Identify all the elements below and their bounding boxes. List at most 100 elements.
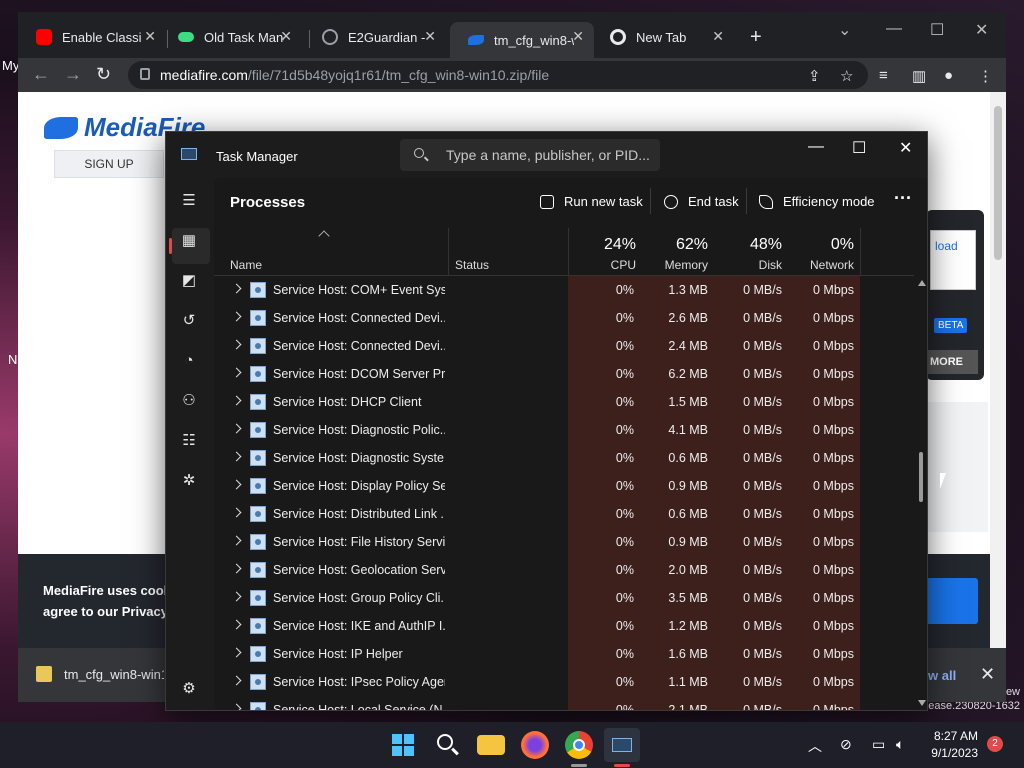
chevron-right-icon[interactable] bbox=[231, 535, 242, 546]
table-row[interactable]: Service Host: Local Service (N... 0% 2.1 M… bbox=[214, 696, 914, 710]
close-icon[interactable]: ✕ bbox=[280, 28, 292, 45]
table-row[interactable]: Service Host: Diagnostic Polic... 0% 4.1 M… bbox=[214, 416, 914, 444]
services-icon[interactable]: ✲ bbox=[180, 472, 198, 490]
table-row[interactable]: Service Host: Geolocation Serv... 0% 2.0 M… bbox=[214, 556, 914, 584]
reload-icon[interactable]: ↻ bbox=[96, 64, 111, 85]
tab-e2guardian[interactable]: E2Guardian - A ✕ bbox=[304, 22, 446, 52]
chevron-right-icon[interactable] bbox=[231, 507, 242, 518]
reading-list-icon[interactable]: ≡ bbox=[879, 67, 888, 84]
minimize-button[interactable]: — bbox=[886, 20, 902, 38]
profile-icon[interactable]: ● bbox=[944, 67, 953, 84]
file-explorer-icon[interactable] bbox=[477, 735, 505, 755]
more-options-icon[interactable]: ··· bbox=[894, 188, 912, 209]
memory-total[interactable]: 62% bbox=[644, 236, 708, 254]
chevron-right-icon[interactable] bbox=[231, 423, 242, 434]
chevron-right-icon[interactable] bbox=[231, 591, 242, 602]
back-arrow-icon[interactable]: ← bbox=[32, 64, 50, 85]
share-icon[interactable]: ⇪ bbox=[808, 67, 821, 85]
start-windows-icon[interactable] bbox=[389, 731, 417, 759]
scroll-up-icon[interactable] bbox=[918, 280, 926, 286]
tab-search-icon[interactable]: ⌄ bbox=[838, 20, 851, 40]
tab-enable-classic[interactable]: Enable Classic ✕ bbox=[18, 22, 166, 52]
chevron-right-icon[interactable] bbox=[231, 283, 242, 294]
show-hidden-icons-chevron-icon[interactable]: ︿ bbox=[808, 736, 822, 756]
performance-icon[interactable]: ◩ bbox=[180, 272, 198, 290]
clock[interactable]: 8:27 AM 9/1/2023 bbox=[928, 728, 978, 762]
bookmark-star-icon[interactable]: ☆ bbox=[840, 67, 853, 85]
side-panel-icon[interactable]: ▥ bbox=[912, 67, 926, 85]
app-history-icon[interactable]: ↺ bbox=[180, 312, 198, 330]
run-new-task-button[interactable]: Run new task bbox=[540, 194, 643, 209]
chevron-right-icon[interactable] bbox=[231, 367, 242, 378]
minimize-button[interactable]: — bbox=[808, 138, 824, 156]
close-icon[interactable]: ✕ bbox=[144, 28, 156, 45]
display-icon[interactable]: ▭ bbox=[872, 736, 885, 753]
page-scrollbar[interactable] bbox=[990, 92, 1006, 648]
chevron-right-icon[interactable] bbox=[231, 479, 242, 490]
chevron-right-icon[interactable] bbox=[231, 395, 242, 406]
chevron-right-icon[interactable] bbox=[231, 311, 242, 322]
table-row[interactable]: Service Host: Diagnostic Syste... 0% 0.6 M… bbox=[214, 444, 914, 472]
table-row[interactable]: Service Host: Display Policy Se... 0% 0.9 … bbox=[214, 472, 914, 500]
address-bar[interactable]: mediafire.com/file/71d5b48yojq1r61/tm_cf… bbox=[128, 61, 868, 89]
menu-dots-icon[interactable]: ⋮ bbox=[978, 67, 993, 85]
network-total[interactable]: 0% bbox=[794, 236, 854, 254]
column-network[interactable]: Network bbox=[794, 258, 854, 272]
table-row[interactable]: Service Host: IPsec Policy Agent 0% 1.1 MB… bbox=[214, 668, 914, 696]
table-row[interactable]: Service Host: Distributed Link ... 0% 0.6 … bbox=[214, 500, 914, 528]
table-row[interactable]: Service Host: File History Servi... 0% 0.9… bbox=[214, 528, 914, 556]
scroll-down-icon[interactable] bbox=[918, 700, 926, 706]
settings-gear-icon[interactable]: ⚙ bbox=[180, 680, 198, 698]
volume-icon[interactable]: 🔈︎ bbox=[896, 736, 904, 753]
column-status[interactable]: Status bbox=[455, 258, 489, 272]
details-icon[interactable]: ☷ bbox=[180, 432, 198, 450]
tab-mediafire[interactable]: tm_cfg_win8-w ✕ bbox=[450, 22, 594, 58]
table-row[interactable]: Service Host: DHCP Client 0% 1.5 MB 0 MB/s 0… bbox=[214, 388, 914, 416]
search-icon[interactable] bbox=[433, 731, 461, 759]
chrome-icon[interactable] bbox=[565, 731, 593, 759]
new-tab-button[interactable]: + bbox=[750, 26, 762, 49]
column-memory[interactable]: Memory bbox=[644, 258, 708, 272]
table-row[interactable]: Service Host: COM+ Event Sys... 0% 1.3 MB 0… bbox=[214, 276, 914, 304]
chevron-right-icon[interactable] bbox=[231, 619, 242, 630]
show-all-link[interactable]: w all bbox=[928, 668, 956, 683]
cpu-total[interactable]: 24% bbox=[574, 236, 636, 254]
table-row[interactable]: Service Host: IKE and AuthIP I... 0% 1.2 M… bbox=[214, 612, 914, 640]
task-manager-taskbar-button[interactable] bbox=[604, 728, 640, 762]
more-button[interactable]: MORE bbox=[926, 350, 978, 374]
efficiency-mode-button[interactable]: Efficiency mode bbox=[759, 194, 875, 209]
close-icon[interactable]: ✕ bbox=[712, 28, 724, 45]
startup-apps-icon[interactable]: ◔ bbox=[180, 352, 198, 370]
firefox-icon[interactable] bbox=[521, 731, 549, 759]
users-icon[interactable]: ⚇ bbox=[180, 392, 198, 410]
sign-up-button[interactable]: SIGN UP bbox=[54, 150, 164, 178]
scroll-thumb[interactable] bbox=[919, 452, 923, 502]
maximize-button[interactable]: ☐ bbox=[852, 138, 866, 158]
notification-badge[interactable]: 2 bbox=[987, 736, 1003, 752]
forward-arrow-icon[interactable]: → bbox=[64, 64, 82, 85]
chevron-right-icon[interactable] bbox=[231, 451, 242, 462]
table-row[interactable]: Service Host: Group Policy Cli... 0% 3.5 M… bbox=[214, 584, 914, 612]
close-window-button[interactable]: ✕ bbox=[899, 138, 912, 158]
download-button[interactable]: load bbox=[930, 230, 976, 290]
close-window-button[interactable]: ✕ bbox=[975, 20, 988, 40]
chevron-right-icon[interactable] bbox=[231, 339, 242, 350]
table-row[interactable]: Service Host: Connected Devi... 0% 2.6 MB 0… bbox=[214, 304, 914, 332]
table-row[interactable]: Service Host: DCOM Server Pr... 0% 6.2 MB 0… bbox=[214, 360, 914, 388]
column-name[interactable]: Name bbox=[230, 258, 262, 272]
network-icon[interactable]: ⊘ bbox=[840, 736, 852, 753]
chevron-right-icon[interactable] bbox=[231, 675, 242, 686]
process-list-scrollbar[interactable] bbox=[916, 276, 926, 710]
table-row[interactable]: Service Host: IP Helper 0% 1.6 MB 0 MB/s 0 M… bbox=[214, 640, 914, 668]
search-input[interactable]: Type a name, publisher, or PID... bbox=[400, 139, 660, 171]
maximize-button[interactable]: ☐ bbox=[930, 20, 944, 40]
chevron-right-icon[interactable] bbox=[231, 563, 242, 574]
tab-old-task-manager[interactable]: Old Task Mana ✕ bbox=[160, 22, 302, 52]
cookie-accept-button[interactable] bbox=[926, 578, 978, 624]
download-item[interactable]: tm_cfg_win8-win10.zip bbox=[36, 666, 164, 682]
close-icon[interactable]: ✕ bbox=[424, 28, 436, 45]
column-cpu[interactable]: CPU bbox=[574, 258, 636, 272]
close-icon[interactable]: ✕ bbox=[980, 664, 995, 685]
tab-new-tab[interactable]: New Tab ✕ bbox=[592, 22, 734, 52]
disk-total[interactable]: 48% bbox=[724, 236, 782, 254]
